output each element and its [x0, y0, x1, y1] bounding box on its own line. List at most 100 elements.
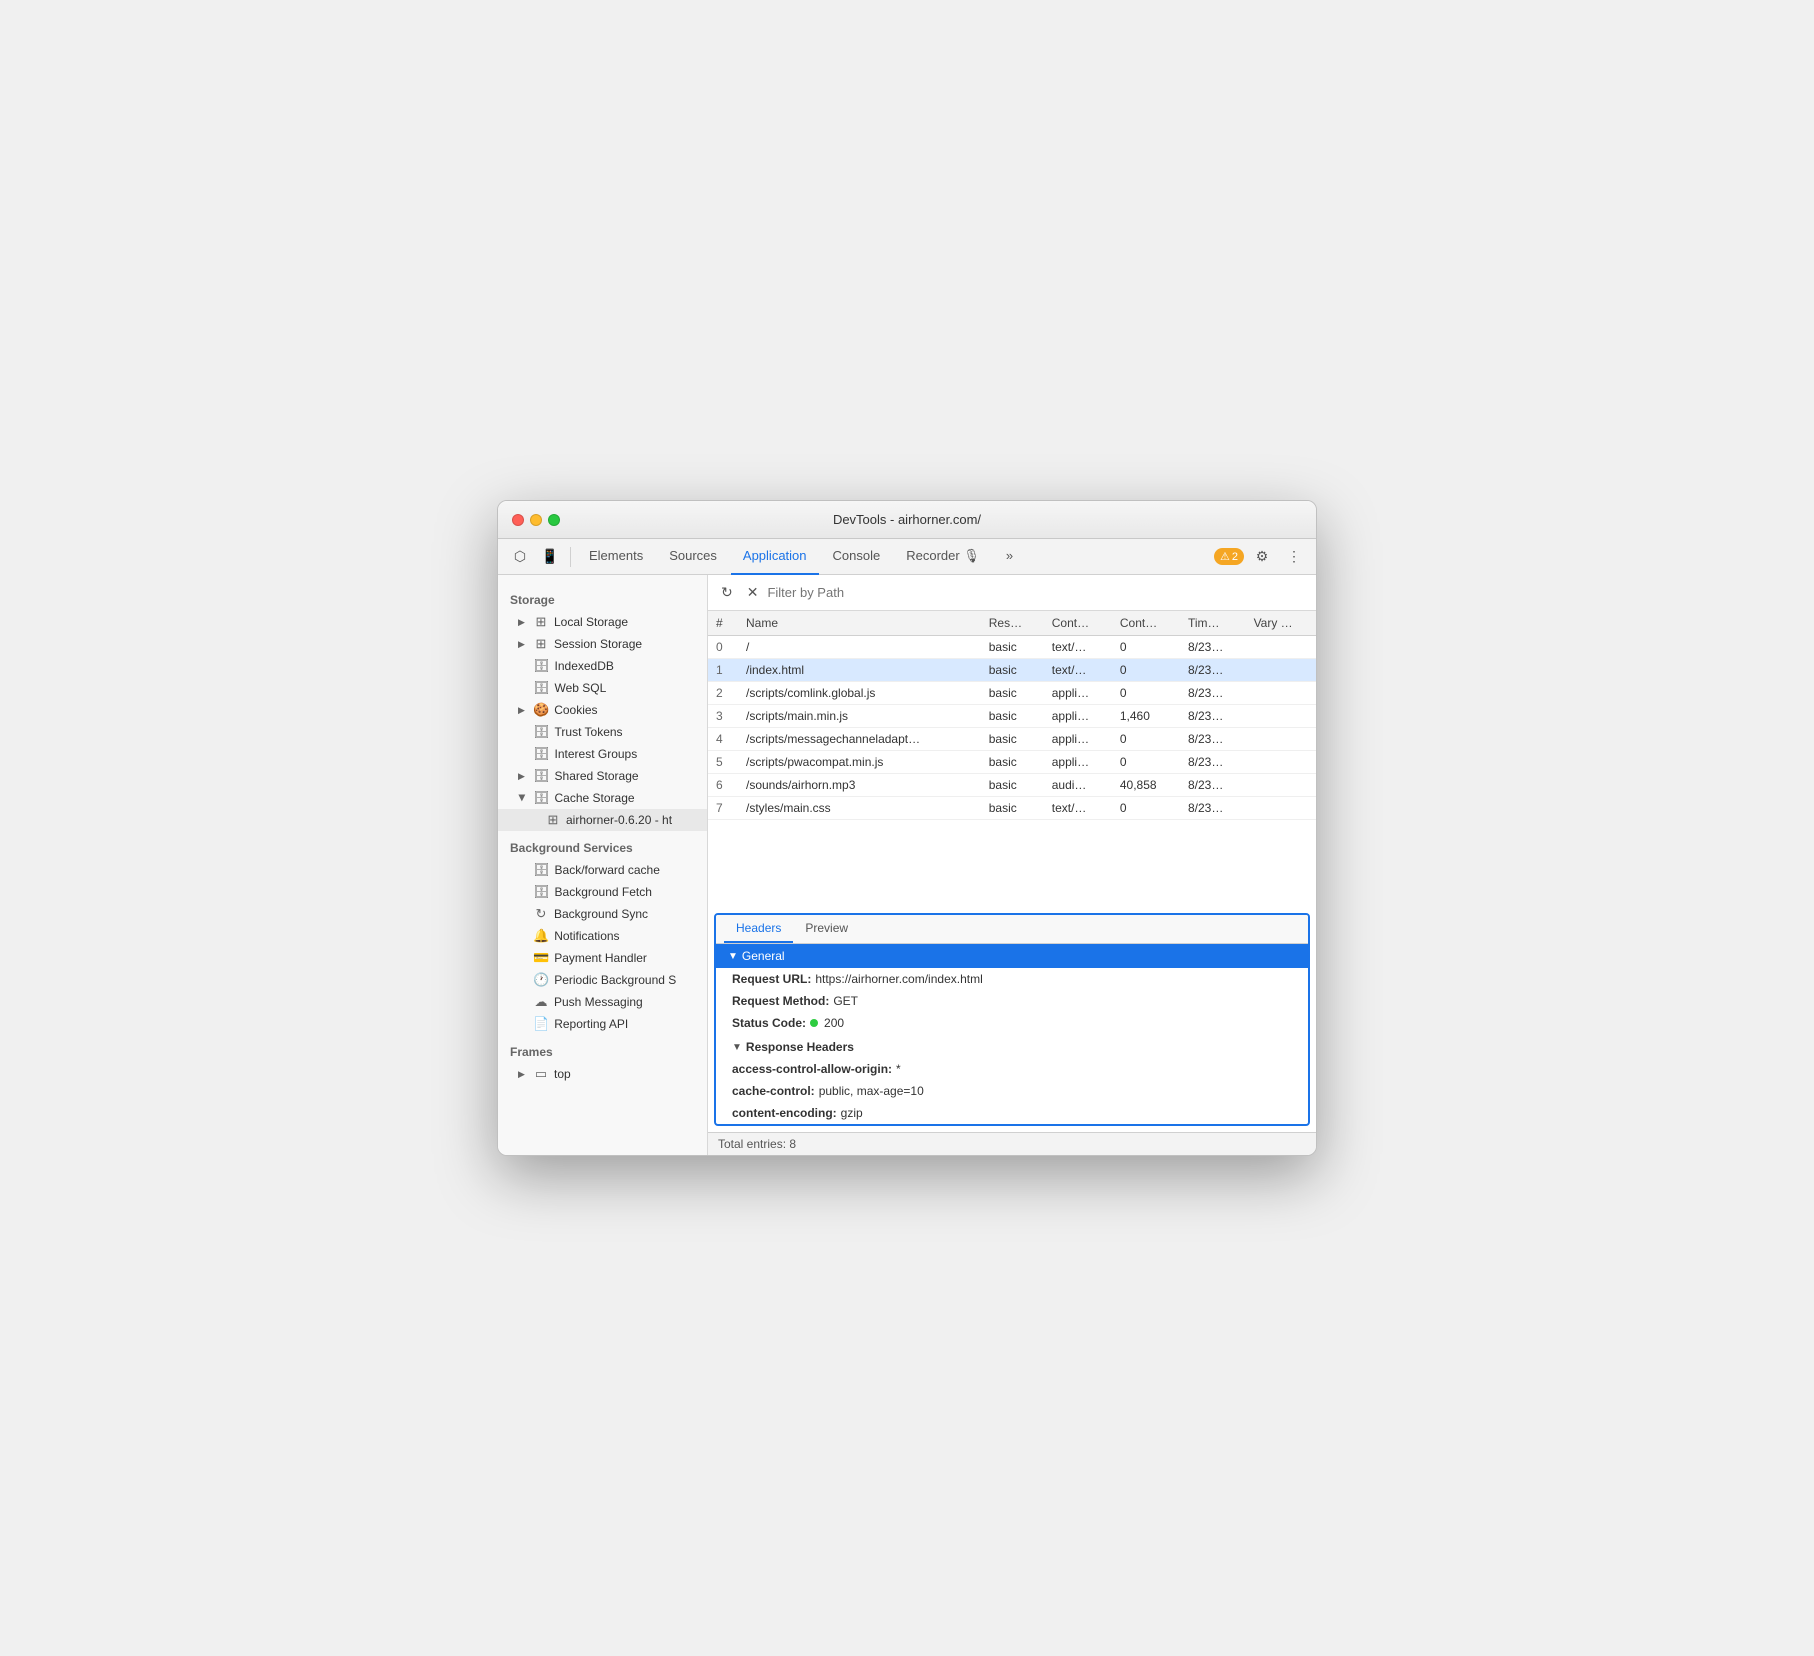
tab-elements[interactable]: Elements: [577, 539, 655, 575]
general-section-header[interactable]: ▼ General: [716, 944, 1308, 968]
toolbar: ⬡ 📱 Elements Sources Application Console…: [498, 539, 1316, 575]
general-label: General: [742, 949, 785, 963]
traffic-lights: [512, 514, 560, 526]
cursor-icon[interactable]: ⬡: [506, 543, 534, 571]
cell-response: basic: [981, 705, 1044, 728]
cell-content-type: appli…: [1044, 682, 1112, 705]
sidebar-item-cookies[interactable]: ▶ 🍪 Cookies: [498, 699, 707, 721]
header-ce-value: gzip: [841, 1106, 863, 1120]
storage-section-label: Storage: [498, 583, 707, 611]
back-forward-icon: 🗄: [533, 862, 550, 878]
cell-content-length: 0: [1112, 659, 1180, 682]
more-options-icon[interactable]: ⋮: [1280, 543, 1308, 571]
table-row[interactable]: 2 /scripts/comlink.global.js basic appli…: [708, 682, 1316, 705]
sidebar-item-label: Local Storage: [554, 615, 628, 629]
sidebar-item-label: airhorner-0.6.20 - ht: [566, 813, 672, 827]
sidebar-item-session-storage[interactable]: ▶ ⊞ Session Storage: [498, 633, 707, 655]
sidebar-item-cache-entry[interactable]: ▶ ⊞ airhorner-0.6.20 - ht: [498, 809, 707, 831]
cell-time: 8/23…: [1180, 682, 1246, 705]
sidebar-item-web-sql[interactable]: ▶ 🗄 Web SQL: [498, 677, 707, 699]
frames-section-label: Frames: [498, 1035, 707, 1063]
sidebar-item-local-storage[interactable]: ▶ ⊞ Local Storage: [498, 611, 707, 633]
table-row[interactable]: 7 /styles/main.css basic text/… 0 8/23…: [708, 797, 1316, 820]
warning-badge[interactable]: ⚠ 2: [1214, 548, 1244, 565]
interest-groups-icon: 🗄: [533, 746, 550, 762]
status-code-value: 200: [824, 1016, 844, 1030]
tab-headers[interactable]: Headers: [724, 915, 793, 943]
sidebar-item-cache-storage[interactable]: ▶ 🗄 Cache Storage: [498, 787, 707, 809]
cell-response: basic: [981, 682, 1044, 705]
col-time: Tim…: [1180, 611, 1246, 636]
expand-arrow: ▶: [518, 1069, 526, 1080]
response-headers-section[interactable]: ▼ Response Headers: [716, 1034, 1308, 1058]
sidebar-item-interest-groups[interactable]: ▶ 🗄 Interest Groups: [498, 743, 707, 765]
clear-button[interactable]: ✕: [742, 581, 764, 604]
cell-num: 2: [708, 682, 738, 705]
cell-response: basic: [981, 659, 1044, 682]
close-button[interactable]: [512, 514, 524, 526]
cell-name: /styles/main.css: [738, 797, 981, 820]
col-name: Name: [738, 611, 981, 636]
sidebar-item-payment-handler[interactable]: ▶ 💳 Payment Handler: [498, 947, 707, 969]
sidebar-item-periodic-background[interactable]: ▶ 🕐 Periodic Background S: [498, 969, 707, 991]
request-url-row: Request URL: https://airhorner.com/index…: [716, 968, 1308, 990]
web-sql-icon: 🗄: [533, 680, 550, 696]
tab-console[interactable]: Console: [821, 539, 893, 575]
cell-response: basic: [981, 797, 1044, 820]
sidebar-item-background-fetch[interactable]: ▶ 🗄 Background Fetch: [498, 881, 707, 903]
sidebar-item-background-sync[interactable]: ▶ ↻ Background Sync: [498, 903, 707, 925]
refresh-button[interactable]: ↻: [716, 581, 738, 604]
cell-content-length: 1,460: [1112, 705, 1180, 728]
main-layout: Storage ▶ ⊞ Local Storage ▶ ⊞ Session St…: [498, 575, 1316, 1155]
expand-arrow: ▶: [518, 617, 526, 628]
sidebar-item-notifications[interactable]: ▶ 🔔 Notifications: [498, 925, 707, 947]
device-icon[interactable]: 📱: [536, 543, 564, 571]
cell-num: 3: [708, 705, 738, 728]
sidebar-item-label: Session Storage: [554, 637, 642, 651]
header-acao-label: access-control-allow-origin:: [732, 1062, 892, 1076]
session-storage-icon: ⊞: [533, 636, 549, 652]
table-row[interactable]: 0 / basic text/… 0 8/23…: [708, 636, 1316, 659]
table-row[interactable]: 1 /index.html basic text/… 0 8/23…: [708, 659, 1316, 682]
tab-application[interactable]: Application: [731, 539, 819, 575]
sidebar-item-label: Periodic Background S: [554, 973, 676, 987]
filter-input[interactable]: [767, 585, 1308, 600]
table-row[interactable]: 3 /scripts/main.min.js basic appli… 1,46…: [708, 705, 1316, 728]
top-frame-icon: ▭: [533, 1066, 549, 1082]
cell-vary: [1246, 705, 1316, 728]
local-storage-icon: ⊞: [533, 614, 549, 630]
request-method-row: Request Method: GET: [716, 990, 1308, 1012]
sidebar-item-push-messaging[interactable]: ▶ ☁ Push Messaging: [498, 991, 707, 1013]
sidebar-item-indexed-db[interactable]: ▶ 🗄 IndexedDB: [498, 655, 707, 677]
sidebar-item-label: Interest Groups: [555, 747, 638, 761]
shared-storage-icon: 🗄: [533, 768, 550, 784]
tab-recorder[interactable]: Recorder 🎙: [894, 539, 992, 575]
sidebar-item-label: Cache Storage: [555, 791, 635, 805]
table-row[interactable]: 4 /scripts/messagechanneladapt… basic ap…: [708, 728, 1316, 751]
response-headers-arrow: ▼: [732, 1042, 742, 1053]
table-row[interactable]: 6 /sounds/airhorn.mp3 basic audi… 40,858…: [708, 774, 1316, 797]
cell-time: 8/23…: [1180, 797, 1246, 820]
tab-more[interactable]: »: [994, 539, 1025, 575]
window-title: DevTools - airhorner.com/: [833, 512, 981, 527]
devtools-window: DevTools - airhorner.com/ ⬡ 📱 Elements S…: [497, 500, 1317, 1156]
expand-arrow: ▶: [518, 705, 526, 716]
settings-icon[interactable]: ⚙: [1248, 543, 1276, 571]
content-area: ↻ ✕ # Name Res… Cont… Cont… Tim…: [708, 575, 1316, 1155]
tab-preview[interactable]: Preview: [793, 915, 860, 943]
header-cc-value: public, max-age=10: [819, 1084, 924, 1098]
maximize-button[interactable]: [548, 514, 560, 526]
sidebar-item-shared-storage[interactable]: ▶ 🗄 Shared Storage: [498, 765, 707, 787]
sidebar-item-back-forward[interactable]: ▶ 🗄 Back/forward cache: [498, 859, 707, 881]
cell-num: 6: [708, 774, 738, 797]
sidebar-item-label: Back/forward cache: [555, 863, 660, 877]
tab-sources[interactable]: Sources: [657, 539, 729, 575]
sidebar-item-reporting-api[interactable]: ▶ 📄 Reporting API: [498, 1013, 707, 1035]
sidebar-item-trust-tokens[interactable]: ▶ 🗄 Trust Tokens: [498, 721, 707, 743]
cell-name: /scripts/main.min.js: [738, 705, 981, 728]
table-row[interactable]: 5 /scripts/pwacompat.min.js basic appli……: [708, 751, 1316, 774]
minimize-button[interactable]: [530, 514, 542, 526]
cell-time: 8/23…: [1180, 751, 1246, 774]
cache-table: # Name Res… Cont… Cont… Tim… Vary … 0 / …: [708, 611, 1316, 907]
sidebar-item-top[interactable]: ▶ ▭ top: [498, 1063, 707, 1085]
